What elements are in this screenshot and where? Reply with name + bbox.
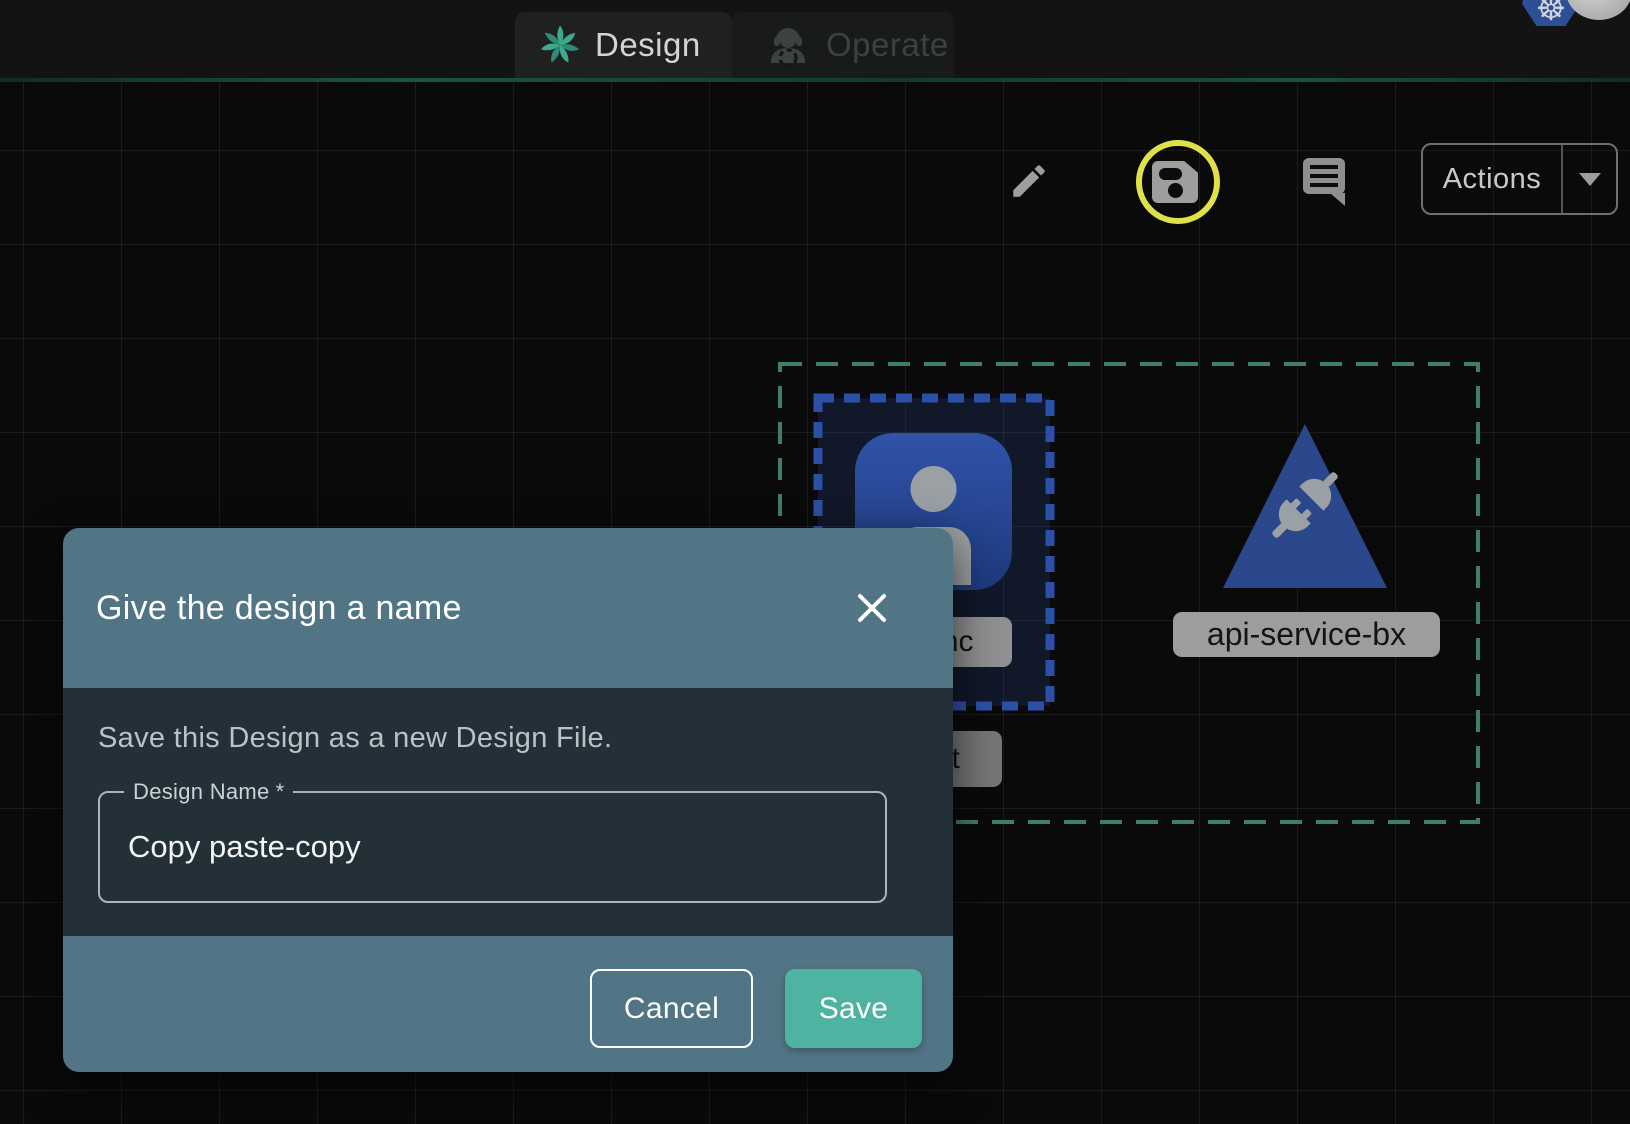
save-design-modal: Give the design a name Save this Design … — [63, 528, 953, 1072]
close-icon[interactable] — [853, 589, 891, 627]
comment-tail — [1330, 193, 1345, 206]
design-name-input[interactable] — [100, 793, 885, 901]
api-service-node-label: api-service-bx — [1173, 612, 1440, 657]
actions-button-label[interactable]: Actions — [1423, 163, 1561, 196]
modal-description: Save this Design as a new Design File. — [98, 722, 612, 755]
api-service-node[interactable] — [1223, 424, 1387, 588]
actions-split-button[interactable]: Actions — [1421, 143, 1618, 215]
meshery-logo-icon — [541, 26, 579, 64]
avatar[interactable] — [1566, 0, 1630, 20]
modal-body: Save this Design as a new Design File. D… — [63, 688, 953, 936]
cancel-button[interactable]: Cancel — [590, 969, 753, 1048]
tab-design[interactable]: Design — [515, 12, 732, 78]
top-navbar: Design Operate ☸ — [0, 0, 1630, 78]
modal-footer: Cancel Save — [63, 936, 953, 1072]
comment-icon[interactable] — [1303, 158, 1345, 194]
modal-header: Give the design a name — [63, 528, 953, 688]
comment-lines — [1310, 165, 1338, 187]
modal-title: Give the design a name — [96, 589, 462, 628]
operator-headset-icon — [766, 23, 810, 67]
tab-operate[interactable]: Operate — [732, 12, 954, 78]
floppy-slot — [1159, 168, 1182, 180]
save-design-icon[interactable] — [1152, 161, 1198, 203]
navbar-green-divider — [0, 78, 1630, 82]
design-name-field: Design Name* — [98, 791, 887, 903]
floppy-hub — [1168, 183, 1183, 198]
edit-icon[interactable] — [1008, 160, 1050, 202]
chevron-down-icon — [1579, 173, 1601, 186]
tab-operate-label: Operate — [826, 26, 949, 64]
actions-dropdown-button[interactable] — [1563, 173, 1616, 186]
save-button[interactable]: Save — [785, 969, 922, 1048]
tab-design-label: Design — [595, 26, 701, 64]
